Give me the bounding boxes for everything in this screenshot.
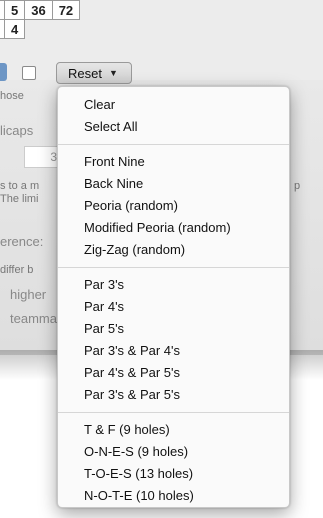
menu-item-peoria[interactable]: Peoria (random) [58,195,289,217]
menu-item-t-o-e-s[interactable]: T-O-E-S (13 holes) [58,463,289,485]
menu-item-back-nine[interactable]: Back Nine [58,173,289,195]
reset-menu: Clear Select All Front Nine Back Nine Pe… [57,86,290,508]
score-grid: 5 36 72 4 [0,0,81,39]
info-text-2: The limi [0,193,39,205]
handicaps-label: licaps [0,123,34,138]
menu-separator [58,267,289,268]
menu-item-front-nine[interactable]: Front Nine [58,151,289,173]
reset-label: Reset [68,65,102,81]
differ-text: differ b [0,264,34,276]
menu-item-zig-zag[interactable]: Zig-Zag (random) [58,239,289,261]
menu-item-t-f[interactable]: T & F (9 holes) [58,419,289,441]
menu-item-n-o-t-e[interactable]: N-O-T-E (10 holes) [58,485,289,507]
menu-item-modified-peoria[interactable]: Modified Peoria (random) [58,217,289,239]
teammates-label: teammat [10,311,61,326]
menu-item-select-all[interactable]: Select All [58,116,289,138]
menu-item-par4[interactable]: Par 4's [58,296,289,318]
menu-item-par5[interactable]: Par 5's [58,318,289,340]
menu-separator [58,144,289,145]
menu-item-par4-par5[interactable]: Par 4's & Par 5's [58,362,289,384]
menu-item-par3[interactable]: Par 3's [58,274,289,296]
difference-label: erence: [0,234,44,249]
info-text-3: p [294,180,301,192]
menu-item-par3-par4[interactable]: Par 3's & Par 4's [58,340,289,362]
menu-item-clear[interactable]: Clear [58,94,289,116]
choose-label: hose [0,90,24,102]
chevron-down-icon: ▼ [108,68,118,78]
selection-marker [0,63,7,81]
menu-item-o-n-e-s[interactable]: O-N-E-S (9 holes) [58,441,289,463]
menu-item-par3-par5[interactable]: Par 3's & Par 5's [58,384,289,406]
choose-checkbox[interactable] [22,66,36,80]
info-text-1: s to a m [0,180,40,192]
higher-label: higher [10,287,47,302]
reset-dropdown-button[interactable]: Reset ▼ [56,62,132,84]
score-cell: 36 [24,0,53,20]
score-cell: 4 [3,19,26,39]
menu-separator [58,412,289,413]
score-cell: 72 [51,0,81,20]
score-cell: 5 [3,0,26,20]
